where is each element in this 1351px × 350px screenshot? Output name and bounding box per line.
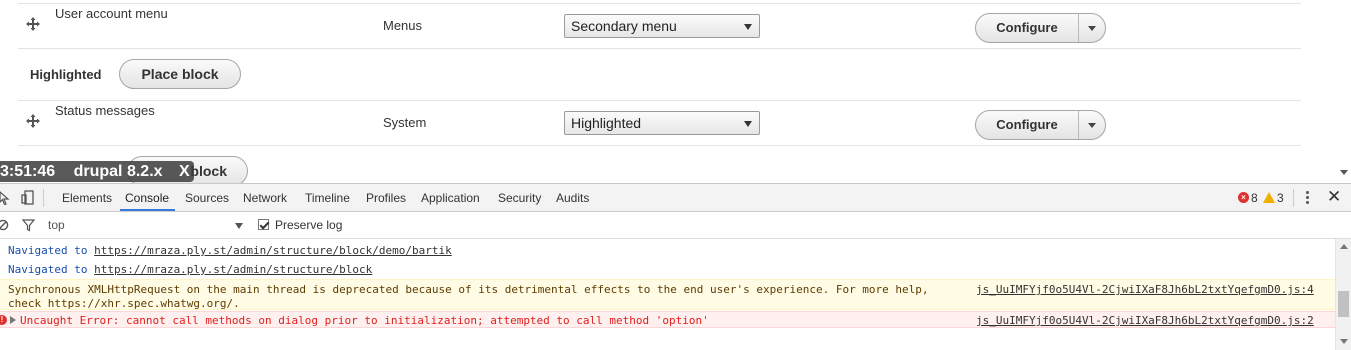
expand-triangle-icon[interactable] — [10, 316, 16, 324]
tab-application[interactable]: Application — [421, 191, 480, 205]
warning-text-line2: check https://xhr.spec.whatwg.org/. — [8, 297, 240, 310]
tab-security[interactable]: Security — [498, 191, 541, 205]
chevron-down-icon — [235, 223, 243, 229]
block-title: Status messages — [55, 103, 155, 118]
inspect-element-icon[interactable] — [0, 191, 10, 205]
environment-badge: 3:51:46 drupal 8.2.x X — [0, 161, 194, 182]
scroll-down-icon — [1340, 170, 1348, 175]
warning-count[interactable]: 3 — [1277, 191, 1284, 205]
message-text: Navigated to — [8, 263, 95, 276]
scroll-down-icon — [1340, 339, 1348, 344]
console-message: Navigated to https://mraza.ply.st/admin/… — [0, 242, 1335, 260]
configure-dropbutton: Configure — [975, 13, 1106, 43]
region-select[interactable]: Highlighted — [564, 111, 760, 135]
place-block-button[interactable]: Place block — [119, 59, 241, 89]
preserve-log-checkbox[interactable] — [258, 219, 269, 230]
devtools-toolbar: Elements Console Sources Network Timelin… — [0, 184, 1351, 212]
chevron-down-icon — [1088, 123, 1096, 128]
close-icon[interactable]: ✕ — [1327, 187, 1341, 207]
source-link[interactable]: js_UuIMFYjf0o5U4Vl-2CjwiIXaF8Jh6bL2txtYq… — [976, 283, 1314, 296]
console-error: ! Uncaught Error: cannot call methods on… — [0, 311, 1335, 328]
error-count-icon: × — [1238, 192, 1249, 203]
block-category: System — [383, 115, 427, 130]
warning-text-line1: Synchronous XMLHttpRequest on the main t… — [8, 283, 929, 296]
devtools-panel: Elements Console Sources Network Timelin… — [0, 183, 1351, 350]
toolbar-divider — [1293, 189, 1294, 207]
block-title: User account menu — [55, 6, 168, 21]
page-scrollbar[interactable] — [1336, 0, 1351, 183]
tab-console[interactable]: Console — [125, 191, 169, 205]
block-layout-page: User account menu Menus Secondary menu C… — [0, 0, 1351, 183]
region-select-value: Secondary menu — [571, 18, 677, 34]
region-heading: Highlighted — [30, 67, 102, 82]
configure-button[interactable]: Configure — [976, 111, 1079, 139]
divider — [18, 48, 1301, 49]
message-link[interactable]: https://mraza.ply.st/admin/structure/blo… — [94, 263, 372, 276]
more-options-icon[interactable] — [1302, 189, 1312, 207]
chevron-down-icon — [744, 121, 752, 127]
chevron-down-icon — [744, 24, 752, 30]
console-warning: Synchronous XMLHttpRequest on the main t… — [0, 279, 1335, 310]
badge-time: 3:51:46 — [0, 163, 56, 180]
region-select[interactable]: Secondary menu — [564, 14, 760, 38]
filter-icon[interactable] — [22, 219, 35, 232]
move-arrows-icon[interactable] — [26, 17, 40, 31]
region-select-value: Highlighted — [571, 115, 642, 131]
device-toolbar-icon[interactable] — [21, 190, 35, 206]
error-text: Uncaught Error: cannot call methods on d… — [20, 314, 709, 327]
tab-network[interactable]: Network — [243, 191, 287, 205]
badge-close-button[interactable]: X — [179, 163, 190, 180]
console-scrollbar[interactable] — [1335, 239, 1351, 350]
toolbar-divider — [43, 189, 44, 207]
console-filter-bar: top Preserve log — [0, 212, 1351, 239]
scrollbar-thumb[interactable] — [1338, 291, 1349, 317]
clear-console-icon[interactable] — [0, 219, 9, 231]
tab-audits[interactable]: Audits — [556, 191, 589, 205]
warning-count-icon — [1263, 192, 1275, 203]
divider — [18, 145, 1301, 146]
console-message: Navigated to https://mraza.ply.st/admin/… — [0, 261, 1335, 279]
dropbutton-toggle[interactable] — [1079, 14, 1105, 42]
chevron-down-icon — [1088, 26, 1096, 31]
tab-elements[interactable]: Elements — [62, 191, 112, 205]
console-messages: Navigated to https://mraza.ply.st/admin/… — [0, 239, 1335, 350]
move-arrows-icon[interactable] — [26, 114, 40, 128]
message-text: Navigated to — [8, 244, 95, 257]
place-block-label: block — [190, 163, 227, 179]
scroll-up-icon — [1340, 244, 1348, 249]
configure-dropbutton: Configure — [975, 110, 1106, 140]
source-link[interactable]: js_UuIMFYjf0o5U4Vl-2CjwiIXaF8Jh6bL2txtYq… — [976, 314, 1314, 327]
divider — [18, 100, 1301, 101]
configure-button[interactable]: Configure — [976, 14, 1079, 42]
error-count[interactable]: 8 — [1251, 191, 1258, 205]
tab-sources[interactable]: Sources — [185, 191, 229, 205]
divider — [18, 3, 1301, 4]
block-category: Menus — [383, 18, 423, 33]
badge-project: drupal 8.2.x — [73, 163, 163, 180]
error-icon: ! — [0, 315, 7, 325]
tab-profiles[interactable]: Profiles — [366, 191, 406, 205]
active-tab-indicator — [120, 209, 175, 211]
dropbutton-toggle[interactable] — [1079, 111, 1105, 139]
tab-timeline[interactable]: Timeline — [305, 191, 350, 205]
message-link[interactable]: https://mraza.ply.st/admin/structure/blo… — [94, 244, 452, 257]
preserve-log-label: Preserve log — [275, 218, 343, 232]
execution-context-select[interactable]: top — [48, 218, 65, 232]
